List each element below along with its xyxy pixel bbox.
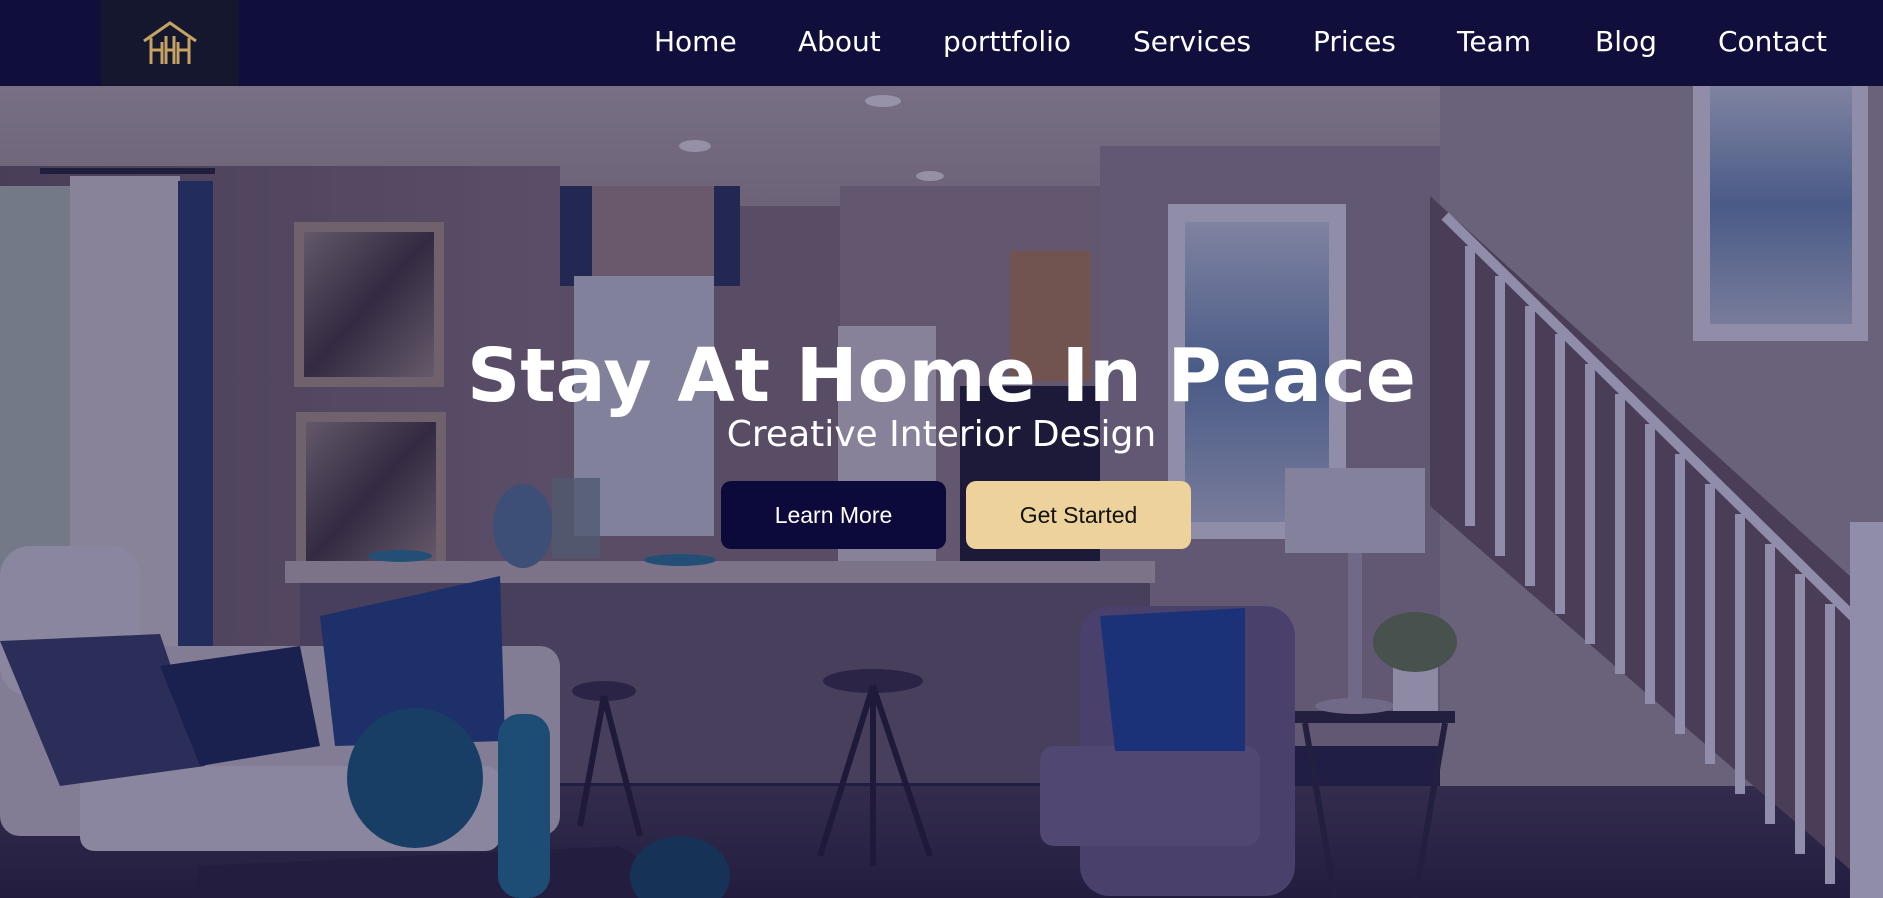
nav-item-contact[interactable]: Contact (1718, 24, 1827, 60)
nav-item-team[interactable]: Team (1457, 24, 1531, 60)
nav-item-services[interactable]: Services (1133, 24, 1251, 60)
hero-title: Stay At Home In Peace (467, 333, 1416, 419)
main-nav: Home About porttfolio Services Prices Te… (0, 0, 1883, 86)
nav-item-about[interactable]: About (798, 24, 881, 60)
get-started-button[interactable]: Get Started (966, 481, 1191, 549)
nav-item-home[interactable]: Home (654, 24, 737, 60)
hero-section: Stay At Home In Peace Creative Interior … (0, 86, 1883, 898)
top-navbar: Home About porttfolio Services Prices Te… (0, 0, 1883, 86)
nav-item-blog[interactable]: Blog (1595, 24, 1657, 60)
learn-more-button[interactable]: Learn More (721, 481, 946, 549)
nav-item-portfolio[interactable]: porttfolio (943, 24, 1071, 60)
nav-item-prices[interactable]: Prices (1313, 24, 1396, 60)
hero-subtitle: Creative Interior Design (726, 414, 1157, 455)
